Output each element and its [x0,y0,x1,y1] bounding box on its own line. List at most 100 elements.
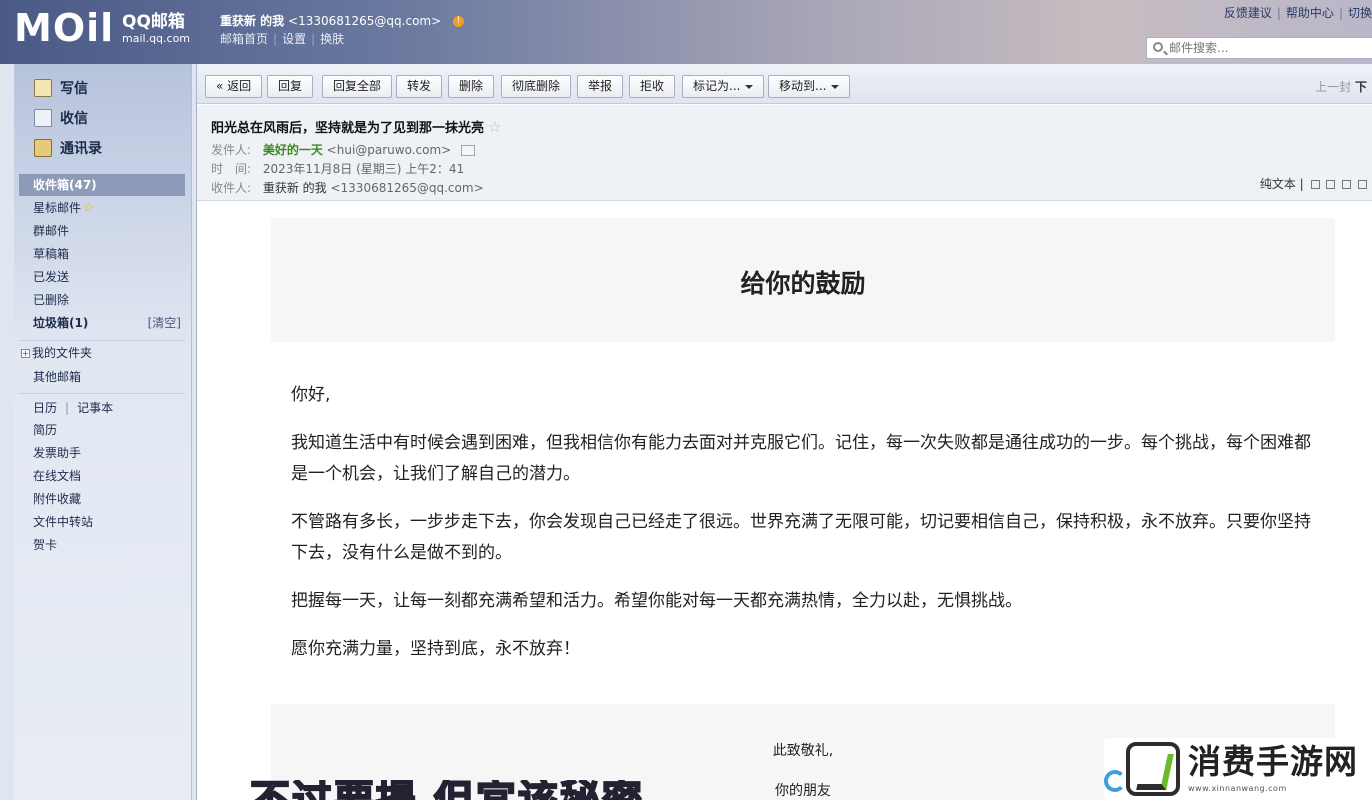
link-switch[interactable]: 切换 [1348,6,1372,20]
from-name[interactable]: 美好的一天 [263,143,323,157]
folder-sent-label: 已发送 [33,270,70,284]
mail-time-row: 时 间: 2023年11月8日 (星期三) 上午2：41 [211,160,464,177]
expand-plus-icon[interactable]: + [21,349,30,358]
mail-body: 给你的鼓励 你好, 我知道生活中有时候会遇到困难，但我相信你有能力去面对并克服它… [197,202,1372,800]
tool-attachments[interactable]: 附件收藏 [19,488,185,510]
other-mailbox-label: 其他邮箱 [33,370,82,384]
tool-cards[interactable]: 贺卡 [19,534,185,556]
tool-invoice[interactable]: 发票助手 [19,442,185,464]
chevron-down-icon [745,84,754,89]
forward-button[interactable]: 转发 [396,75,443,98]
mail-pager: 上一封 下 [1315,78,1367,95]
search-box[interactable] [1146,37,1372,59]
time-label: 时 间: [211,162,252,176]
next-mail-link[interactable]: 下 [1355,80,1367,94]
plain-text-link[interactable]: 纯文本 [1260,177,1296,191]
paragraph: 把握每一天，让每一刻都充满希望和活力。希望你能对每一天都充满热情，全力以赴，无惧… [291,591,1022,611]
star-icon: ☆ [83,201,95,216]
logo-domain: mail.qq.com [122,32,191,45]
back-button[interactable]: « 返回 [205,75,263,98]
report-button[interactable]: 举报 [577,75,624,98]
compose-label: 写信 [60,81,88,97]
contact-card-icon[interactable] [461,145,476,156]
tool-invoice-label: 发票助手 [33,446,82,460]
to-label: 收件人: [211,181,252,195]
view-options: 纯文本 | [1260,175,1367,192]
link-skin[interactable]: 换肤 [320,32,344,46]
separator: | [1276,6,1281,20]
sidebar-divider [19,340,185,341]
separator: | [65,401,70,415]
header-links: 邮箱首页 | 设置 | 换肤 [220,30,344,47]
folder-inbox[interactable]: 收件箱(47) [19,174,185,196]
tool-file-transfer-label: 文件中转站 [33,515,94,529]
account-name: 重获新 的我 [220,14,285,28]
tool-resume[interactable]: 简历 [19,419,185,441]
empty-spam-link[interactable]: [清空] [148,312,181,334]
delete-button[interactable]: 删除 [448,75,495,98]
more-icon[interactable] [1358,180,1367,189]
separator: | [1299,177,1308,191]
folder-spam[interactable]: 垃圾箱(1) [清空] [19,312,185,334]
tool-file-transfer[interactable]: 文件中转站 [19,511,185,533]
main-panel: « 返回 回复 回复全部 转发 删除 彻底删除 举报 拒收 标记为... 移动到… [196,64,1372,800]
folder-starred[interactable]: 星标邮件 ☆ [19,197,185,219]
print-icon[interactable] [1326,180,1336,189]
move-to-dropdown[interactable]: 移动到... [768,75,851,98]
qqmail-logo[interactable]: MOil QQ邮箱 mail.qq.com [14,8,190,48]
mark-as-dropdown[interactable]: 标记为... [682,75,765,98]
from-email: <hui@paruwo.com> [326,143,452,157]
paragraph: 不管路有多长，一步步走下去，你会发现自己已经走了很远。世界充满了无限可能，切记要… [291,512,1311,563]
mark-as-label: 标记为... [693,79,741,93]
permanent-delete-button[interactable]: 彻底删除 [501,75,572,98]
sidebar-divider [19,393,185,394]
folder-drafts[interactable]: 草稿箱 [19,243,185,265]
receive-button[interactable]: 收信 [34,106,88,130]
prev-mail-link[interactable]: 上一封 [1315,80,1351,94]
folder-sent[interactable]: 已发送 [19,266,185,288]
search-input[interactable] [1169,40,1369,56]
account-info: 重获新 的我 <1330681265@qq.com> ! [220,12,464,29]
folder-spam-label: 垃圾箱(1) [33,316,89,330]
calendar-link[interactable]: 日历 [33,401,57,415]
mail-body-title: 给你的鼓励 [740,269,866,298]
reply-all-button[interactable]: 回复全部 [322,75,393,98]
tool-cards-label: 贺卡 [33,538,58,552]
my-folders[interactable]: + 我的文件夹 [19,342,185,364]
tool-online-docs[interactable]: 在线文档 [19,465,185,487]
paragraph: 我知道生活中有时候会遇到困难，但我相信你有能力去面对并克服它们。记住，每一次失败… [291,433,1311,484]
greeting: 你好, [291,385,331,405]
link-settings[interactable]: 设置 [282,32,306,46]
mail-body-banner: 给你的鼓励 [271,218,1335,342]
download-icon[interactable] [1342,180,1352,189]
mail-to-row: 收件人: 重获新 的我 <1330681265@qq.com> [211,179,484,196]
account-email: <1330681265@qq.com> [288,14,442,28]
contacts-button[interactable]: 通讯录 [34,136,102,160]
folder-deleted-label: 已删除 [33,293,70,307]
warning-icon[interactable]: ! [452,16,464,27]
other-mailbox[interactable]: 其他邮箱 [19,366,185,388]
link-feedback[interactable]: 反馈建议 [1224,6,1272,20]
tool-resume-label: 简历 [33,423,58,437]
mail-from-row: 发件人: 美好的一天 <hui@paruwo.com> [211,141,476,158]
brand-url: www.xinnanwang.com [1188,784,1287,793]
search-icon[interactable] [1153,42,1163,52]
tool-attachments-label: 附件收藏 [33,492,82,506]
reject-button[interactable]: 拒收 [629,75,676,98]
tool-online-docs-label: 在线文档 [33,469,82,483]
compose-icon [34,79,52,97]
receive-label: 收信 [60,111,88,127]
logo-qq-text: QQ邮箱 [122,12,185,32]
folder-group[interactable]: 群邮件 [19,220,185,242]
separator: | [311,32,316,46]
notes-link[interactable]: 记事本 [77,401,113,415]
folder-deleted[interactable]: 已删除 [19,289,185,311]
link-mail-home[interactable]: 邮箱首页 [220,32,268,46]
compose-button[interactable]: 写信 [34,76,88,100]
reply-button[interactable]: 回复 [267,75,314,98]
new-window-icon[interactable] [1310,180,1320,189]
star-toggle-icon[interactable]: ☆ [488,118,501,136]
to-name[interactable]: 重获新 的我 [263,181,327,195]
link-help[interactable]: 帮助中心 [1286,6,1334,20]
sidebar: 写信 收信 通讯录 收件箱(47) 星标邮件 ☆ 群邮件 草稿箱 已发送 已删除 … [14,64,192,800]
